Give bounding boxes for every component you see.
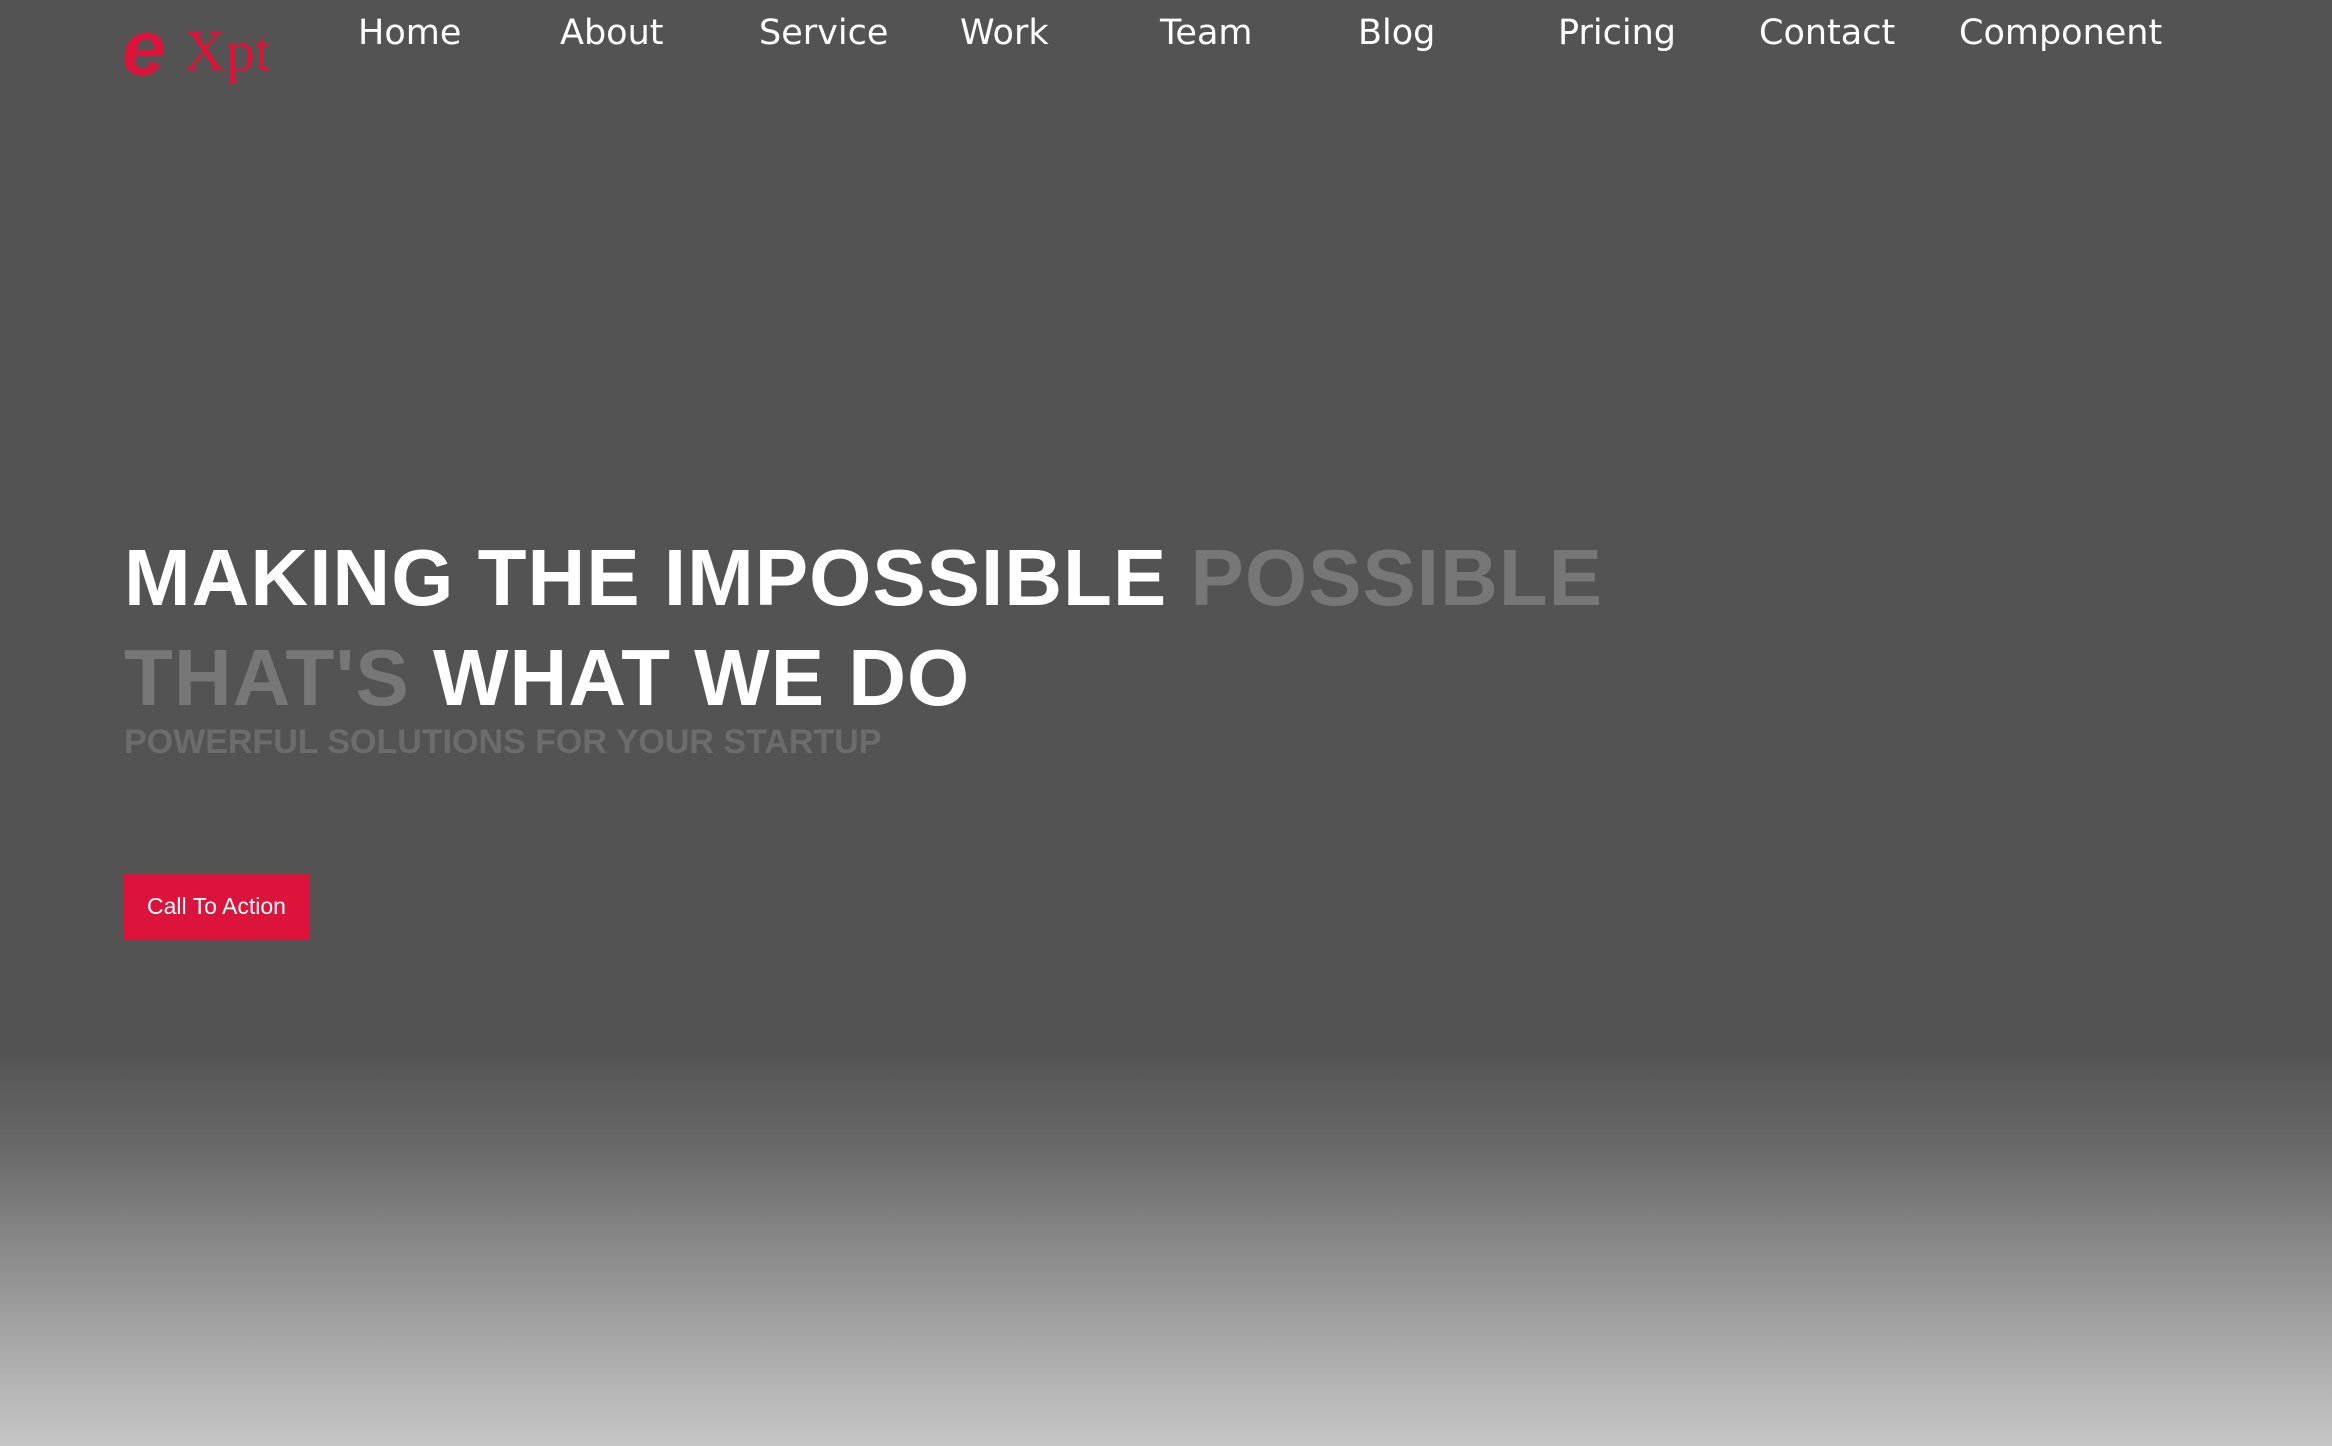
nav-service[interactable]: Service (759, 12, 888, 54)
nav-work[interactable]: Work (960, 12, 1049, 54)
hero-heading-highlight: POSSIBLE (1190, 533, 1604, 622)
call-to-action-button[interactable]: Call To Action (124, 873, 309, 939)
hero-heading-line-1: MAKING THE IMPOSSIBLE POSSIBLE (124, 528, 1603, 628)
nav-home[interactable]: Home (358, 12, 461, 54)
logo-letter: e (122, 3, 166, 91)
logo[interactable]: e Xpt (122, 8, 282, 90)
hero-heading-part: MAKING THE IMPOSSIBLE (124, 533, 1168, 622)
nav-component[interactable]: Component (1959, 12, 2162, 54)
hero-section: MAKING THE IMPOSSIBLE POSSIBLE THAT'S WH… (124, 528, 1603, 762)
hero-heading-part: WHAT WE DO (432, 633, 971, 722)
nav-blog[interactable]: Blog (1358, 12, 1435, 54)
hero-heading-highlight: THAT'S (124, 633, 410, 722)
logo-text: Xpt (184, 18, 271, 83)
nav-contact[interactable]: Contact (1759, 12, 1895, 54)
hero-subtitle: POWERFUL SOLUTIONS FOR YOUR STARTUP (124, 723, 882, 761)
nav-pricing[interactable]: Pricing (1558, 12, 1676, 54)
site-header: e Xpt Home About Service Work Team Blog … (0, 0, 2332, 90)
nav-team[interactable]: Team (1160, 12, 1253, 54)
nav-about[interactable]: About (560, 12, 663, 54)
hero-heading-line-2: THAT'S WHAT WE DO (124, 628, 1603, 728)
